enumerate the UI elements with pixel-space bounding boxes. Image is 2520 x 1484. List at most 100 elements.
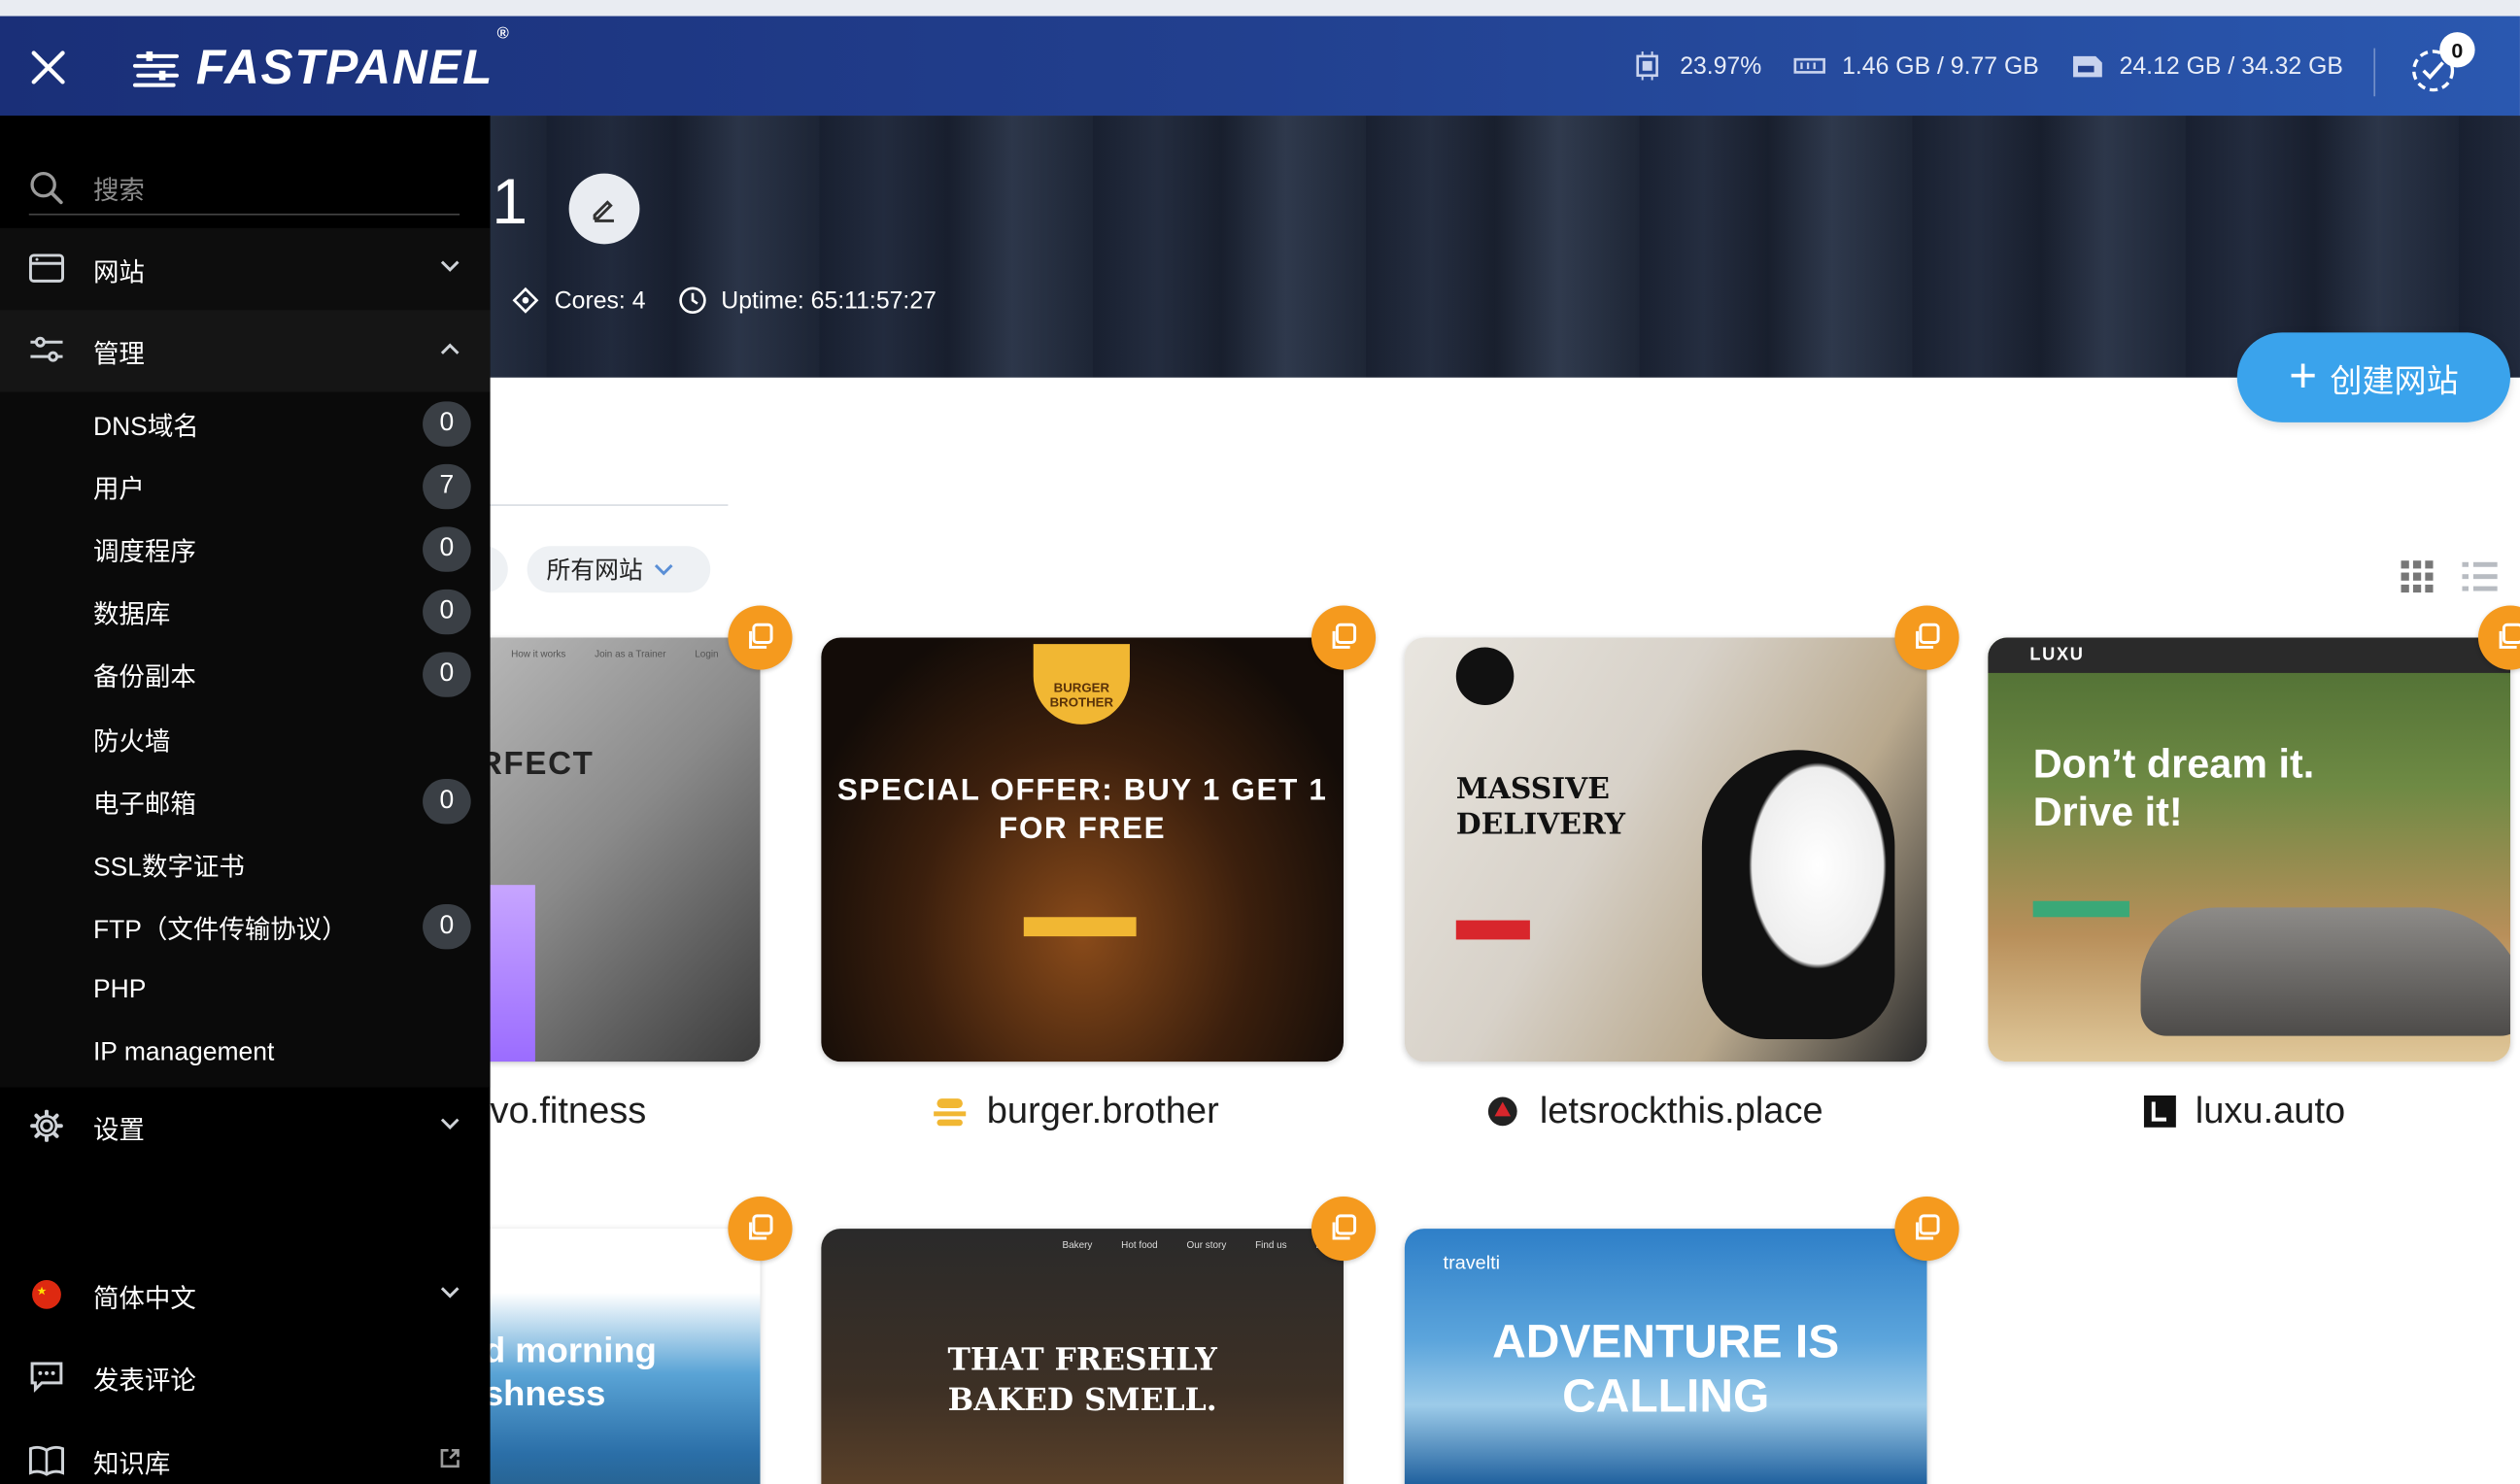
sidebar-knowledge-base[interactable]: 知识库 (0, 1420, 491, 1484)
thumb-cta (2032, 900, 2129, 918)
list-view-icon[interactable] (2462, 560, 2498, 592)
sidebar-feedback[interactable]: 发表评论 (0, 1336, 491, 1418)
copy-site-button-2[interactable] (1311, 605, 1377, 670)
sidebar-item-php[interactable]: PHP (93, 967, 472, 1016)
edit-server-name-button[interactable] (568, 173, 640, 245)
copy-site-button-1[interactable] (728, 605, 793, 670)
sidebar-group-management[interactable]: 管理 (0, 310, 491, 392)
thumb-logo-badge: BURGER BROTHER (1033, 644, 1130, 725)
logo-sliders-icon (132, 51, 179, 87)
logo-text: FASTPANEL® (195, 25, 511, 95)
group-label: 知识库 (92, 1451, 171, 1479)
search-icon (30, 171, 63, 204)
sidebar: 搜索 网站 管理 DNS域名 0 用户 7 调度程序 0 数据库 0 备份副本 … (0, 116, 491, 1484)
site-thumbnail-travel[interactable]: travelti ADVENTURE IS CALLING (1404, 1229, 1927, 1484)
thumb-headline: d morning shness (483, 1330, 657, 1414)
filter-dropdown[interactable]: 所有网站 (527, 546, 711, 593)
thumb-headline: MASSIVE DELIVERY (1455, 772, 1626, 842)
site-thumbnail-luxu[interactable]: LUXU Don’t dream it. Drive it! (1988, 637, 2511, 1062)
tasks-count-badge: 0 (2439, 32, 2475, 68)
cpu-icon (1636, 51, 1659, 81)
sidebar-item-users[interactable]: 用户 (93, 462, 472, 511)
thumb-purple-shape (490, 885, 535, 1062)
copy-site-button-3[interactable] (1894, 605, 1959, 670)
thumb-headline: SPECIAL OFFER: BUY 1 GET 1 FOR FREE (836, 774, 1328, 847)
thumb-nav: BakeryHot foodOur storyFind usBlog (1062, 1241, 1335, 1252)
thumb-headline: THAT FRESHLY BAKED SMELL. (947, 1342, 1217, 1419)
pencil-icon (593, 200, 614, 222)
copy-icon (749, 1214, 773, 1240)
chevron-down-icon (654, 563, 673, 575)
copy-icon (1916, 1214, 1940, 1240)
luxu-favicon-icon (2143, 1094, 2176, 1128)
site-name-luxu[interactable]: luxu.auto (2143, 1089, 2345, 1132)
copy-icon (1916, 623, 1940, 649)
site-name-burger[interactable]: burger.brother (932, 1089, 1219, 1132)
site-thumbnail-rock[interactable]: MASSIVE DELIVERY (1404, 637, 1927, 1062)
close-icon[interactable] (29, 49, 68, 87)
thumb-cta (1023, 917, 1137, 937)
disk-icon (2072, 55, 2102, 78)
server-title: 1 (492, 166, 528, 238)
group-label: 网站 (92, 259, 145, 287)
filter-label: 所有网站 (546, 556, 643, 585)
thumb-headline: ADVENTURE IS CALLING (1492, 1317, 1840, 1424)
cpu-value: 23.97% (1680, 51, 1762, 80)
copy-site-button-5[interactable] (728, 1197, 793, 1262)
sidebar-item-ssl[interactable]: SSL数字证书 (93, 840, 472, 889)
create-website-button[interactable]: + 创建网站 (2236, 332, 2511, 422)
group-label: 简体中文 (92, 1285, 196, 1313)
count-badge-scheduler: 0 (423, 526, 471, 572)
sidebar-item-email[interactable]: 电子邮箱 (93, 777, 472, 826)
copy-site-button-6[interactable] (1311, 1197, 1377, 1262)
clock-icon (678, 287, 706, 314)
create-website-label: 创建网站 (2330, 363, 2459, 399)
server-meta: Cores: 4 Uptime: 65:11:57:27 (511, 286, 936, 315)
chevron-up-icon (440, 343, 460, 354)
site-name-fitness[interactable]: vo.fitness (491, 1089, 647, 1132)
site-thumbnail-burger[interactable]: BURGER BROTHER SPECIAL OFFER: BUY 1 GET … (821, 637, 1344, 1062)
copy-site-button-7[interactable] (1894, 1197, 1959, 1262)
rock-favicon-icon (1487, 1096, 1517, 1126)
external-link-icon (440, 1448, 460, 1468)
group-label: 管理 (92, 341, 145, 369)
sidebar-item-scheduler[interactable]: 调度程序 (93, 525, 472, 574)
gear-icon (30, 1109, 63, 1142)
cores-value: Cores: 4 (554, 287, 646, 315)
copy-icon (1332, 1214, 1357, 1240)
grid-view-icon[interactable] (2401, 560, 2434, 593)
top-bar: FASTPANEL® 23.97% 1.46 GB / 9.77 GB 24.1… (0, 0, 2520, 117)
sidebar-item-ip-management[interactable]: IP management (93, 1029, 472, 1078)
sidebar-item-backups[interactable]: 备份副本 (93, 651, 472, 699)
chevron-down-icon (440, 260, 460, 272)
china-flag-icon (32, 1279, 61, 1309)
fastpanel-logo[interactable]: FASTPANEL® (132, 25, 511, 96)
copy-icon (2499, 623, 2520, 649)
sidebar-search[interactable]: 搜索 (28, 160, 460, 216)
sidebar-item-firewall[interactable]: 防火墙 (93, 715, 472, 763)
ram-value: 1.46 GB / 9.77 GB (1842, 51, 2039, 80)
chevron-down-icon (440, 1287, 460, 1298)
chat-bubble-icon (30, 1362, 63, 1393)
registered-mark: ® (496, 25, 511, 44)
thumb-brand: LUXU (2029, 645, 2085, 665)
sidebar-group-websites[interactable]: 网站 (0, 227, 491, 311)
count-badge-users: 7 (423, 463, 471, 510)
site-thumbnail-bakery[interactable]: BakeryHot foodOur storyFind usBlog THAT … (821, 1229, 1344, 1484)
site-name-rock[interactable]: letsrockthis.place (1485, 1089, 1823, 1132)
tabs-underline (490, 504, 729, 506)
thumb-cta (1455, 920, 1530, 940)
sidebar-group-settings[interactable]: 设置 (0, 1086, 491, 1167)
chevron-down-icon (440, 1118, 460, 1130)
copy-icon (1332, 623, 1357, 649)
sidebar-item-databases[interactable]: 数据库 (93, 588, 472, 636)
sidebar-item-ftp[interactable]: FTP（文件传输协议） (93, 902, 472, 951)
sidebar-item-dns[interactable]: DNS域名 (93, 400, 472, 449)
burger-favicon-icon (934, 1097, 967, 1126)
browser-window-icon (28, 253, 65, 283)
book-icon (28, 1445, 65, 1476)
ram-icon (1793, 57, 1826, 74)
sidebar-language-selector[interactable]: 简体中文 (0, 1255, 491, 1336)
count-badge-databases: 0 (423, 589, 471, 635)
sliders-icon (30, 336, 63, 362)
